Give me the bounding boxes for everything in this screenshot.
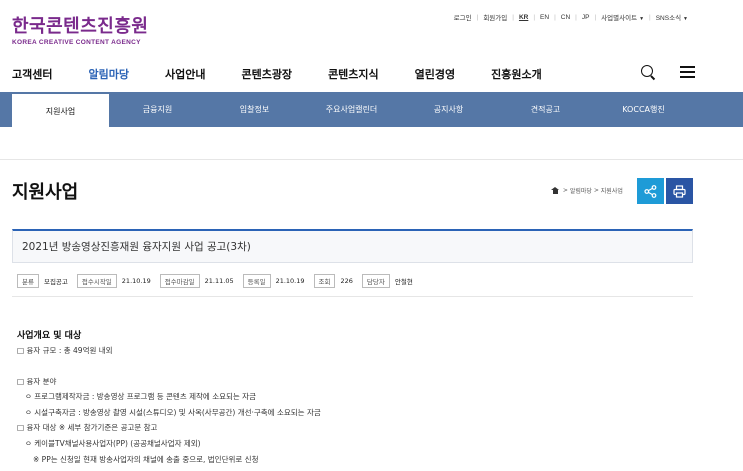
- login-link[interactable]: 로그인: [454, 12, 472, 22]
- tab-bid-info[interactable]: 입찰정보: [206, 92, 303, 127]
- content-line: □ 융자 대상 ※ 세부 참가기준은 공고문 참고: [17, 423, 158, 432]
- post-content: 사업개요 및 대상 □ 융자 규모 : 총 49억원 내외 □ 융자 분야 ㅇ …: [17, 328, 321, 464]
- content-line: □ 융자 규모 : 총 49억원 내외: [17, 346, 113, 355]
- gnb-item-notice[interactable]: 알림마당: [88, 66, 128, 82]
- breadcrumb: > 알림마당 > 지원사업: [551, 186, 623, 195]
- search-icon[interactable]: [640, 64, 656, 80]
- tab-calendar[interactable]: 주요사업캘린더: [303, 92, 400, 127]
- content-line: □ 융자 분야: [17, 377, 57, 386]
- gnb-item-business[interactable]: 사업안내: [165, 66, 205, 82]
- content-line: ㅇ 시설구축자금 : 방송영상 촬영 시설(스튜디오) 및 사옥(사무공간) 개…: [25, 408, 321, 417]
- meta-label-reg-date: 등록일: [242, 274, 271, 288]
- meta-value-reg-date: 21.10.19: [275, 277, 305, 285]
- tab-finance-support[interactable]: 금융지원: [109, 92, 206, 127]
- meta-value-views: 226: [340, 277, 353, 285]
- lang-kr-link[interactable]: KR: [519, 14, 528, 21]
- meta-value-end-date: 21.11.05: [204, 277, 234, 285]
- gnb-item-open-management[interactable]: 열린경영: [415, 66, 455, 82]
- meta-value-category: 모집공고: [43, 278, 68, 286]
- sub-nav: 지원사업 금융지원 입찰정보 주요사업캘린더 공지사항 견적공고 KOCCA행진: [0, 92, 743, 128]
- gnb-tools: [640, 64, 695, 80]
- lang-cn-link[interactable]: CN: [561, 14, 570, 21]
- lang-jp-link[interactable]: JP: [582, 14, 590, 21]
- content-heading: 사업개요 및 대상: [17, 331, 82, 341]
- content-line: ※ PP는 신청일 현재 방송사업자의 채널에 송출 중으로, 법인단위로 신청: [33, 455, 259, 464]
- tab-kocca-march[interactable]: KOCCA행진: [594, 92, 693, 127]
- logo[interactable]: 한국콘텐츠진흥원 KOREA CREATIVE CONTENT AGENCY: [12, 12, 148, 46]
- tab-quotes[interactable]: 견적공고: [497, 92, 594, 127]
- gnb-item-about[interactable]: 진흥원소개: [491, 66, 542, 82]
- meta-label-manager: 담당자: [361, 274, 390, 288]
- lang-en-link[interactable]: EN: [540, 14, 549, 21]
- tab-support-business[interactable]: 지원사업: [12, 92, 109, 128]
- share-button[interactable]: [637, 178, 664, 204]
- tab-notices[interactable]: 공지사항: [400, 92, 497, 127]
- meta-label-category: 분류: [17, 274, 39, 288]
- meta-label-end-date: 접수마감일: [159, 274, 200, 288]
- content-line: ㅇ 프로그램제작자금 : 방송영상 프로그램 등 콘텐츠 제작에 소요되는 자금: [25, 392, 256, 401]
- meta-label-views: 조회: [313, 274, 336, 288]
- share-icon: [644, 184, 657, 198]
- breadcrumb-item[interactable]: 지원사업: [601, 186, 623, 195]
- caret-down-icon: ▼: [639, 16, 645, 22]
- utility-nav: 로그인 | 회원가입 | KR | EN | CN | JP | 사업별사이트 ▼ | SNS소…: [453, 12, 688, 23]
- main-nav: 고객센터 알림마당 사업안내 콘텐츠광장 콘텐츠지식 열린경영 진흥원소개: [12, 66, 578, 82]
- business-sites-dropdown[interactable]: 사업별사이트 ▼: [601, 12, 644, 22]
- print-icon: [673, 184, 686, 198]
- gnb-item-content-knowledge[interactable]: 콘텐츠지식: [328, 66, 379, 82]
- divider: [0, 159, 743, 160]
- meta-label-start-date: 접수시작일: [76, 274, 117, 288]
- meta-value-manager: 안철현: [394, 278, 413, 286]
- menu-icon[interactable]: [680, 66, 695, 78]
- gnb-item-content-plaza[interactable]: 콘텐츠광장: [241, 66, 292, 82]
- gnb-item-customer-center[interactable]: 고객센터: [12, 66, 52, 82]
- post-meta: 분류 모집공고 접수시작일 21.10.19 접수마감일 21.11.05 등록…: [17, 274, 422, 288]
- signup-link[interactable]: 회원가입: [483, 12, 507, 22]
- sns-dropdown[interactable]: SNS소식 ▼: [656, 12, 688, 22]
- breadcrumb-item[interactable]: 알림마당: [570, 186, 592, 195]
- home-icon[interactable]: [551, 187, 559, 194]
- page-title: 지원사업: [12, 182, 79, 203]
- caret-down-icon: ▼: [683, 16, 688, 22]
- divider: [12, 296, 693, 297]
- meta-value-start-date: 21.10.19: [121, 277, 151, 285]
- print-button[interactable]: [666, 178, 693, 204]
- content-line: ㅇ 케이블TV채널사용사업자(PP) (공공채널사업자 제외): [25, 439, 201, 448]
- logo-english: KOREA CREATIVE CONTENT AGENCY: [12, 39, 141, 46]
- post-title: 2021년 방송영상진흥재원 융자지원 사업 공고(3차): [12, 229, 693, 263]
- logo-korean: 한국콘텐츠진흥원: [12, 16, 149, 37]
